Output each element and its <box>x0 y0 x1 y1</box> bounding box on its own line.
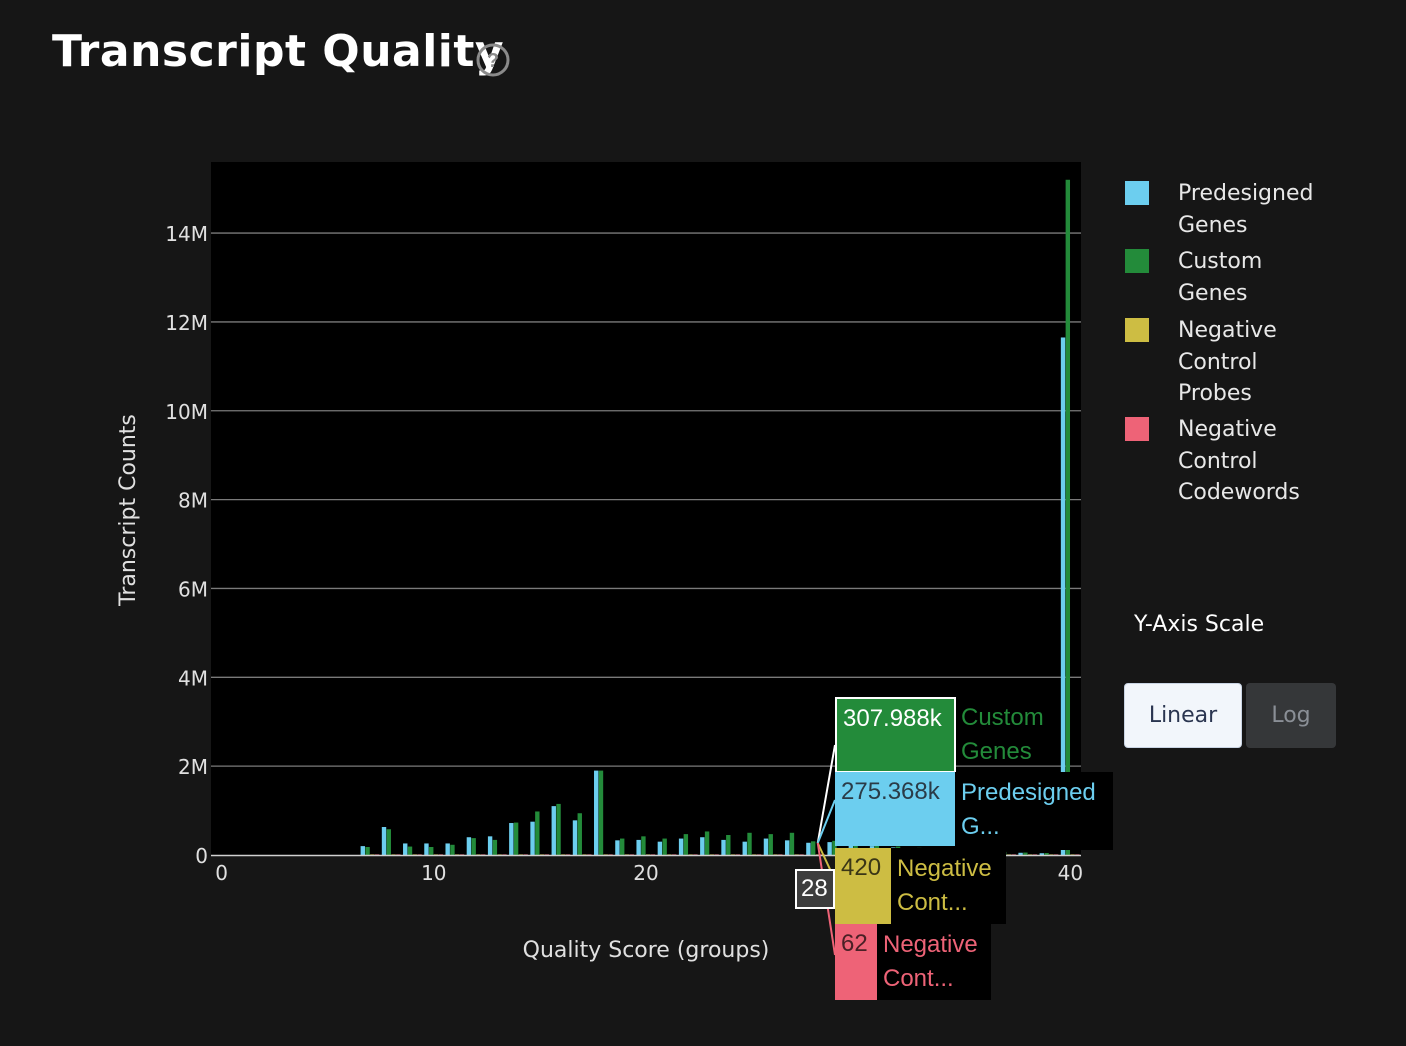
legend-item-predesigned-genes[interactable]: Predesigned Genes <box>1125 178 1338 241</box>
y-axis-ticks: 0 2M 4M 6M 8M 10M 12M 14M <box>165 222 208 868</box>
bar-predesigned-genes[interactable] <box>1039 853 1045 855</box>
bar-predesigned-genes[interactable] <box>763 838 769 855</box>
bar-predesigned-genes[interactable] <box>700 837 705 855</box>
bar-predesigned-genes[interactable] <box>360 846 365 855</box>
hover-series-name: Negative Cont... <box>877 924 991 1000</box>
bar-custom-genes[interactable] <box>450 844 455 855</box>
y-tick-label: 6M <box>178 577 208 601</box>
hover-series-name: Negative Cont... <box>891 848 1006 924</box>
bar-custom-genes[interactable] <box>662 838 667 855</box>
log-scale-button[interactable]: Log <box>1246 683 1336 748</box>
bar-custom-genes[interactable] <box>513 822 519 855</box>
bar-predesigned-genes[interactable] <box>487 836 493 855</box>
bar-predesigned-genes[interactable] <box>636 839 641 855</box>
bar-predesigned-genes[interactable] <box>530 821 535 855</box>
bar-custom-genes[interactable] <box>365 847 370 855</box>
hover-value: 420 <box>835 848 892 924</box>
bar-custom-genes[interactable] <box>386 829 391 855</box>
y-tick-label: 0 <box>195 844 208 868</box>
hover-value: 62 <box>835 924 878 1000</box>
legend-swatch <box>1125 318 1149 342</box>
bar-predesigned-genes[interactable] <box>615 840 620 855</box>
y-axis-scale-label: Y-Axis Scale <box>1134 612 1265 637</box>
bar-custom-genes[interactable] <box>620 838 625 855</box>
bar-predesigned-genes[interactable] <box>784 840 790 855</box>
bar-custom-genes[interactable] <box>577 813 582 855</box>
x-axis-label: Quality Score (groups) <box>523 938 770 963</box>
hover-value: 307.988k <box>835 697 956 773</box>
bar-predesigned-genes[interactable] <box>678 838 684 855</box>
legend-item-custom-genes[interactable]: Custom Genes <box>1125 246 1338 309</box>
hover-series-name: Predesigned G... <box>955 772 1113 850</box>
y-tick-label: 10M <box>165 400 208 424</box>
bar-custom-genes[interactable] <box>683 834 689 855</box>
bar-custom-genes[interactable] <box>1023 852 1028 855</box>
bar-predesigned-genes[interactable] <box>721 839 726 855</box>
bar-custom-genes[interactable] <box>492 839 498 855</box>
bar-predesigned-genes[interactable] <box>381 827 387 855</box>
bar-predesigned-genes[interactable] <box>551 806 556 855</box>
linear-scale-button[interactable]: Linear <box>1124 683 1242 748</box>
bar-custom-genes[interactable] <box>1044 853 1049 855</box>
bar-predesigned-genes[interactable] <box>1018 852 1023 855</box>
bar-custom-genes[interactable] <box>726 835 731 855</box>
x-tick-label: 10 <box>421 861 446 885</box>
bar-custom-genes[interactable] <box>471 838 476 855</box>
bar-predesigned-genes[interactable] <box>445 843 450 855</box>
y-tick-label: 8M <box>178 489 208 513</box>
bar-predesigned-genes[interactable] <box>806 842 811 855</box>
bar-custom-genes[interactable] <box>641 836 646 855</box>
bar-custom-genes[interactable] <box>535 811 540 855</box>
legend-item-negative-control-probes[interactable]: Negative Control Probes <box>1125 315 1288 410</box>
bar-custom-genes[interactable] <box>429 847 434 855</box>
legend-swatch <box>1125 417 1149 441</box>
bar-predesigned-genes[interactable] <box>742 841 747 855</box>
bar-custom-genes[interactable] <box>768 834 773 855</box>
bar-custom-genes[interactable] <box>789 832 795 855</box>
y-tick-label: 14M <box>165 222 208 246</box>
x-tick-label: 20 <box>633 861 658 885</box>
bar-predesigned-genes[interactable] <box>657 841 663 855</box>
legend-label: Predesigned Genes <box>1178 181 1314 238</box>
bar-predesigned-genes[interactable] <box>572 820 578 855</box>
y-tick-label: 2M <box>178 755 208 779</box>
bar-predesigned-genes[interactable] <box>466 837 472 855</box>
bar-predesigned-genes[interactable] <box>424 843 429 855</box>
y-axis-label: Transcript Counts <box>116 414 141 607</box>
bar-custom-genes[interactable] <box>704 831 710 855</box>
x-tick-label: 40 <box>1058 861 1083 885</box>
bar-custom-genes[interactable] <box>810 841 816 855</box>
bar-predesigned-genes[interactable] <box>403 843 408 855</box>
bar-predesigned-genes[interactable] <box>827 842 832 855</box>
legend-swatch <box>1125 181 1149 205</box>
hover-value: 275.368k <box>835 772 956 846</box>
legend-item-negative-control-codewords[interactable]: Negative Control Codewords <box>1125 414 1318 509</box>
x-tick-label: 0 <box>215 861 228 885</box>
transcript-quality-chart: 0 2M 4M 6M 8M 10M 12M 14M 0 10 20 40 Transcript Co… <box>116 162 1083 963</box>
bar-custom-genes[interactable] <box>598 770 604 855</box>
bar-custom-genes[interactable] <box>407 846 413 855</box>
legend-label: Negative Control Probes <box>1178 318 1277 406</box>
hover-x-label: 28 <box>795 869 835 909</box>
bar-predesigned-genes[interactable] <box>509 823 514 855</box>
legend-label: Custom Genes <box>1178 249 1263 306</box>
legend-swatch <box>1125 249 1149 273</box>
y-tick-label: 12M <box>165 311 208 335</box>
bar-custom-genes[interactable] <box>747 832 752 855</box>
bar-predesigned-genes[interactable] <box>594 770 599 855</box>
legend-label: Negative Control Codewords <box>1178 417 1300 505</box>
bar-custom-genes[interactable] <box>556 803 561 855</box>
y-tick-label: 4M <box>178 666 208 690</box>
hover-series-name: Custom Genes <box>961 704 1044 765</box>
